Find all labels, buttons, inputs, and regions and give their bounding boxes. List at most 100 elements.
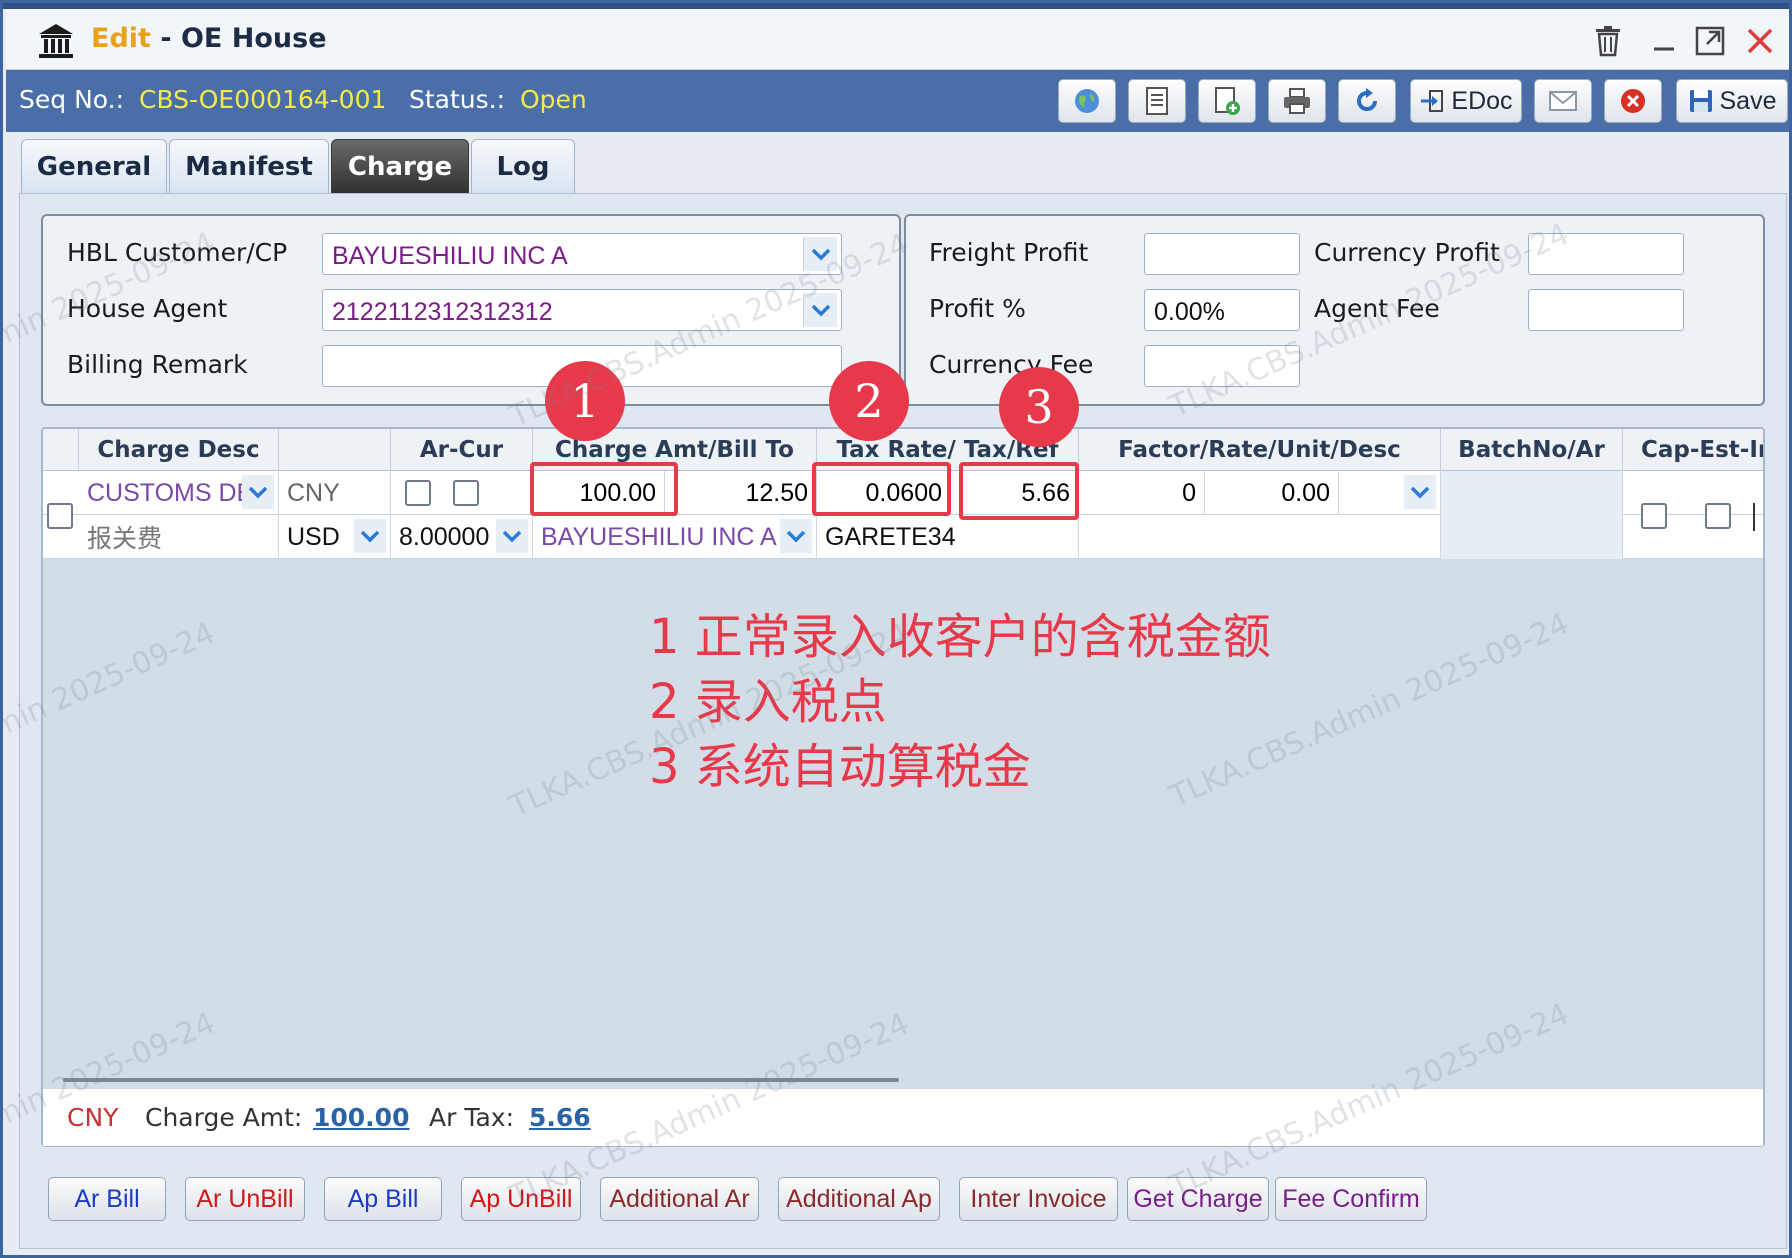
tab-charge[interactable]: Charge [331,139,469,194]
maximize-icon [1695,26,1725,56]
billing-info-group: HBL Customer/CP BAYUESHILIU INC A House … [41,214,901,406]
cur-checkbox[interactable] [453,480,479,506]
ar-unbill-button[interactable]: Ar UnBill [185,1177,305,1221]
profit-percent-input[interactable]: 0.00% [1144,289,1300,331]
ar-tax-total-label: Ar Tax: [429,1103,514,1132]
freight-profit-input[interactable] [1144,233,1300,275]
charge-amt-highlight [530,462,678,516]
globe-icon [1075,89,1099,113]
header-batch-no[interactable]: BatchNo/Ar [1441,429,1623,471]
globe-button[interactable] [1058,79,1116,123]
house-agent-value: 2122112312312312 [332,298,553,326]
header-factor-rate[interactable]: Factor/Rate/Unit/Desc [1079,429,1441,471]
ar-bill-button[interactable]: Ar Bill [48,1177,166,1221]
chevron-down-icon[interactable] [803,293,837,327]
exchange-rate-value: 8.00000 [399,522,490,551]
import-icon [1421,90,1444,112]
chevron-down-icon[interactable] [1404,475,1436,509]
freight-profit-label: Freight Profit [929,238,1089,267]
house-agent-select[interactable]: 2122112312312312 [322,289,842,331]
chevron-down-icon[interactable] [354,519,386,553]
agent-fee-input[interactable] [1528,289,1684,331]
seq-no-label: Seq No.: [19,85,124,114]
rate-input[interactable]: 0.00 [1205,471,1339,515]
house-agent-label: House Agent [67,294,228,323]
step-1-marker: 1 [545,361,625,441]
totals-bar: CNY Charge Amt: 100.00 Ar Tax: 5.66 [43,1088,1763,1146]
maximize-button[interactable] [1692,23,1728,59]
bill-to-value: BAYUESHILIU INC A [541,522,777,551]
annotation-note-2: 2 录入税点 [649,674,887,730]
hbl-customer-select[interactable]: BAYUESHILIU INC A [322,233,842,275]
ap-unbill-button[interactable]: Ap UnBill [461,1177,581,1221]
currency-profit-input[interactable] [1528,233,1684,275]
factor-input[interactable]: 0 [1079,471,1205,515]
header-cap-est-int[interactable]: Cap-Est-Int [1623,429,1763,471]
mail-icon [1549,91,1577,111]
new-document-button[interactable] [1198,79,1256,123]
edoc-label: EDoc [1451,86,1513,115]
chevron-down-icon[interactable] [496,519,528,553]
ap-bill-button[interactable]: Ap Bill [324,1177,442,1221]
charge-desc-cn: 报关费 [79,515,279,559]
title-bar: Edit - OE House [6,9,1789,70]
header-currency-blank [279,429,391,471]
amount-secondary-input[interactable]: 12.50 [665,471,817,515]
ar-checkbox[interactable] [405,480,431,506]
minimize-icon [1654,47,1674,51]
save-button[interactable]: Save [1676,79,1788,123]
print-button[interactable] [1268,79,1326,123]
bill-currency-select[interactable]: USD [279,515,391,559]
tab-general[interactable]: General [21,139,167,194]
table-row[interactable]: 报关费 USD 8.00000 BAYUESHILIU INC A GARETE… [43,515,1763,559]
email-button[interactable] [1534,79,1592,123]
tab-manifest[interactable]: Manifest [169,139,329,194]
agent-fee-label: Agent Fee [1314,294,1440,323]
exchange-rate-select[interactable]: 8.00000 [391,515,533,559]
header-ar-cur[interactable]: Ar-Cur [391,429,533,471]
step-2-marker: 2 [829,361,909,441]
inter-invoice-button[interactable]: Inter Invoice [959,1177,1118,1221]
new-document-icon [1215,87,1240,115]
bill-currency-value: USD [287,522,340,551]
close-window-button[interactable] [1742,23,1778,59]
currency-fee-input[interactable] [1144,345,1300,387]
floppy-disk-icon [1689,90,1712,112]
hbl-customer-value: BAYUESHILIU INC A [332,242,568,270]
edit-window: Edit - OE House Seq No.: CBS-OE000164-00… [0,0,1792,1258]
minimize-button[interactable] [1646,23,1682,59]
close-icon [1747,28,1773,54]
batch-no-cell [1441,471,1623,515]
cancel-button[interactable] [1604,79,1662,123]
ar-cur-checkboxes [391,471,533,515]
est-checkbox[interactable] [1705,503,1731,529]
ar-tax-total-link[interactable]: 5.66 [529,1103,591,1132]
charge-amt-total-link[interactable]: 100.00 [313,1103,409,1132]
tab-log[interactable]: Log [471,139,575,194]
horizontal-scrollbar[interactable] [63,1078,899,1082]
fee-confirm-button[interactable]: Fee Confirm [1275,1177,1427,1221]
trash-icon [1596,26,1620,57]
bill-to-select[interactable]: BAYUESHILIU INC A [533,515,817,559]
cap-checkbox[interactable] [1641,503,1667,529]
get-charge-button[interactable]: Get Charge [1127,1177,1269,1221]
document-button[interactable] [1128,79,1186,123]
additional-ar-button[interactable]: Additional Ar [600,1177,759,1221]
charge-desc-select[interactable]: CUSTOMS DEC [79,471,279,515]
save-label: Save [1719,86,1777,115]
edoc-button[interactable]: EDoc [1410,79,1522,123]
sequence-toolbar: Seq No.: CBS-OE000164-001 Status.: Open … [6,70,1789,132]
chevron-down-icon[interactable] [242,475,274,509]
row-select-checkbox[interactable] [47,503,73,529]
chevron-down-icon[interactable] [803,237,837,271]
seq-no-value: CBS-OE000164-001 [139,85,387,114]
refresh-button[interactable] [1338,79,1396,123]
tax-ref-input[interactable]: GARETE34 [817,515,1079,559]
totals-currency: CNY [67,1103,119,1132]
unit-select[interactable] [1339,471,1441,515]
chevron-down-icon[interactable] [780,519,812,553]
delete-window-button[interactable] [1590,23,1626,59]
hbl-customer-label: HBL Customer/CP [67,238,288,267]
header-charge-desc[interactable]: Charge Desc [79,429,279,471]
additional-ap-button[interactable]: Additional Ap [778,1177,940,1221]
